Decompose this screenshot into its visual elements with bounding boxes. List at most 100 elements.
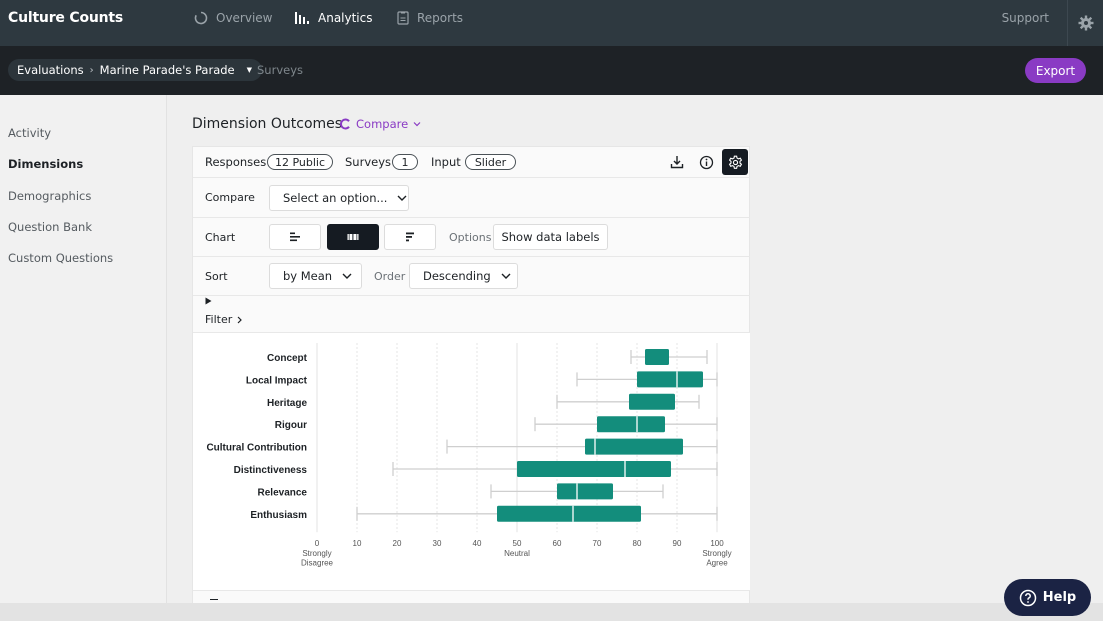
breadcrumb-evaluations[interactable]: Evaluations bbox=[17, 63, 84, 77]
support-link[interactable]: Support bbox=[1002, 11, 1049, 25]
sort-row: Sort by Mean Order Descending bbox=[193, 257, 750, 296]
question-circle-icon bbox=[1019, 589, 1037, 606]
x-tick-label: 40 bbox=[473, 539, 482, 548]
box-plot-icon bbox=[347, 234, 359, 240]
x-tick-label: 30 bbox=[433, 539, 442, 548]
sidebar: Activity Dimensions Demographics Questio… bbox=[0, 95, 167, 603]
responses-badge: 12 Public bbox=[267, 154, 333, 170]
iqr-box bbox=[597, 416, 665, 433]
chevron-down-icon bbox=[342, 273, 352, 279]
x-tick-label: 90 bbox=[673, 539, 682, 548]
gear-icon bbox=[728, 155, 742, 169]
info-button[interactable] bbox=[693, 149, 719, 175]
sidebar-item-demographics[interactable]: Demographics bbox=[8, 189, 91, 203]
breadcrumb[interactable]: Evaluations › Marine Parade's Parade ▼ bbox=[8, 59, 263, 81]
download-button[interactable] bbox=[664, 149, 690, 175]
compare-dropdown[interactable]: Compare bbox=[339, 117, 421, 131]
surveys-link[interactable]: Surveys bbox=[257, 63, 303, 77]
boxplot-chart-area: Concept Local Impact Heritage Rigour Cultura… bbox=[193, 333, 750, 591]
category-label: Relevance bbox=[258, 487, 308, 498]
category-label: Concept bbox=[267, 353, 308, 364]
category-label: Enthusiasm bbox=[250, 510, 307, 521]
iqr-box bbox=[497, 505, 641, 522]
brand-logo[interactable]: Culture Counts bbox=[8, 10, 123, 26]
nav-overview[interactable]: Overview bbox=[194, 11, 273, 25]
iqr-box bbox=[637, 371, 703, 388]
download-icon bbox=[670, 156, 684, 169]
gear-icon bbox=[1078, 15, 1093, 31]
category-label: Local Impact bbox=[246, 375, 308, 386]
surveys-badge: 1 bbox=[392, 154, 418, 170]
order-select[interactable]: Descending bbox=[409, 263, 518, 289]
main-content: Dimension Outcomes Compare Responses 12 … bbox=[167, 95, 1103, 603]
report-icon bbox=[397, 11, 409, 25]
collapsed-row-indicator bbox=[210, 599, 218, 600]
sidebar-item-activity[interactable]: Activity bbox=[8, 126, 51, 140]
nav-overview-label: Overview bbox=[216, 11, 273, 25]
category-label: Distinctiveness bbox=[234, 465, 308, 476]
chart-type-boxplot-button[interactable] bbox=[327, 224, 379, 250]
nav-analytics[interactable]: Analytics bbox=[294, 11, 373, 25]
help-button[interactable]: Help bbox=[1004, 579, 1091, 616]
x-tick-label: 20 bbox=[393, 539, 402, 548]
x-tick-label: 0 bbox=[315, 539, 320, 548]
label-layer: Concept Local Impact Heritage Rigour Cultura… bbox=[206, 353, 307, 521]
chart-type-stacked-button[interactable] bbox=[384, 224, 436, 250]
compare-label: Compare bbox=[356, 117, 409, 131]
responses-label: Responses bbox=[205, 155, 267, 169]
chart-type-row: Chart Options Show data labels bbox=[193, 218, 750, 257]
x-tick-sublabel: Disagree bbox=[301, 559, 334, 568]
help-label: Help bbox=[1042, 590, 1077, 605]
spinner-icon bbox=[194, 11, 208, 25]
surveys-label: Surveys bbox=[345, 155, 391, 169]
sort-select[interactable]: by Mean bbox=[269, 263, 362, 289]
chart-row-label: Chart bbox=[205, 231, 236, 244]
iqr-box bbox=[585, 438, 683, 455]
x-tick-label: 60 bbox=[553, 539, 562, 548]
sort-select-value: by Mean bbox=[283, 269, 333, 283]
chevron-down-icon bbox=[413, 122, 421, 127]
breadcrumb-evaluation-name[interactable]: Marine Parade's Parade bbox=[100, 63, 235, 77]
nav-reports-label: Reports bbox=[417, 11, 464, 25]
chevron-right-icon bbox=[237, 316, 243, 323]
input-badge: Slider bbox=[465, 154, 516, 170]
compare-row-label: Compare bbox=[205, 191, 255, 204]
chart-settings-button[interactable] bbox=[722, 149, 748, 175]
bar-chart-horizontal-icon bbox=[290, 232, 300, 242]
sidebar-item-question-bank[interactable]: Question Bank bbox=[8, 220, 92, 234]
dimension-card: Responses 12 Public Surveys 1 Input Slid… bbox=[192, 146, 750, 603]
options-label: Options bbox=[449, 231, 492, 244]
category-label: Cultural Contribution bbox=[206, 443, 307, 454]
caret-down-icon: ▼ bbox=[246, 66, 253, 74]
compare-icon bbox=[340, 118, 350, 130]
x-tick-sublabel: Agree bbox=[706, 559, 728, 568]
sidebar-item-custom-questions[interactable]: Custom Questions bbox=[8, 251, 113, 265]
chart-type-bar-button[interactable] bbox=[269, 224, 321, 250]
sidebar-item-dimensions[interactable]: Dimensions bbox=[8, 157, 83, 171]
category-label: Heritage bbox=[267, 398, 307, 409]
grid-layer bbox=[316, 343, 718, 533]
triangle-right-icon[interactable] bbox=[205, 297, 212, 305]
top-nav: Culture Counts Overview Analytics Report… bbox=[0, 0, 1103, 46]
page-title: Dimension Outcomes bbox=[192, 116, 343, 132]
boxplot-chart: Concept Local Impact Heritage Rigour Cultura… bbox=[206, 343, 732, 568]
settings-button[interactable] bbox=[1067, 0, 1103, 46]
info-icon bbox=[699, 155, 713, 169]
show-data-labels-button[interactable]: Show data labels bbox=[493, 224, 608, 250]
x-tick-sublabel: Strongly bbox=[702, 549, 731, 558]
filter-row[interactable]: Filter bbox=[193, 296, 750, 333]
iqr-box bbox=[629, 393, 675, 410]
box-layer bbox=[356, 349, 718, 522]
x-tick-sublabel: Neutral bbox=[504, 549, 530, 558]
iqr-box bbox=[557, 483, 613, 500]
tick-layer: 0StronglyDisagree10 20 30 40 50Neutral60 70 80… bbox=[301, 539, 732, 568]
bar-chart-icon bbox=[295, 12, 309, 24]
sort-row-label: Sort bbox=[205, 270, 228, 283]
nav-analytics-label: Analytics bbox=[318, 11, 373, 25]
nav-reports[interactable]: Reports bbox=[397, 11, 463, 25]
x-tick-label: 80 bbox=[633, 539, 642, 548]
export-button[interactable]: Export bbox=[1025, 58, 1086, 83]
compare-select[interactable]: Select an option... bbox=[269, 185, 409, 211]
chevron-down-icon bbox=[397, 195, 407, 201]
filter-toggle[interactable]: Filter bbox=[205, 313, 243, 326]
